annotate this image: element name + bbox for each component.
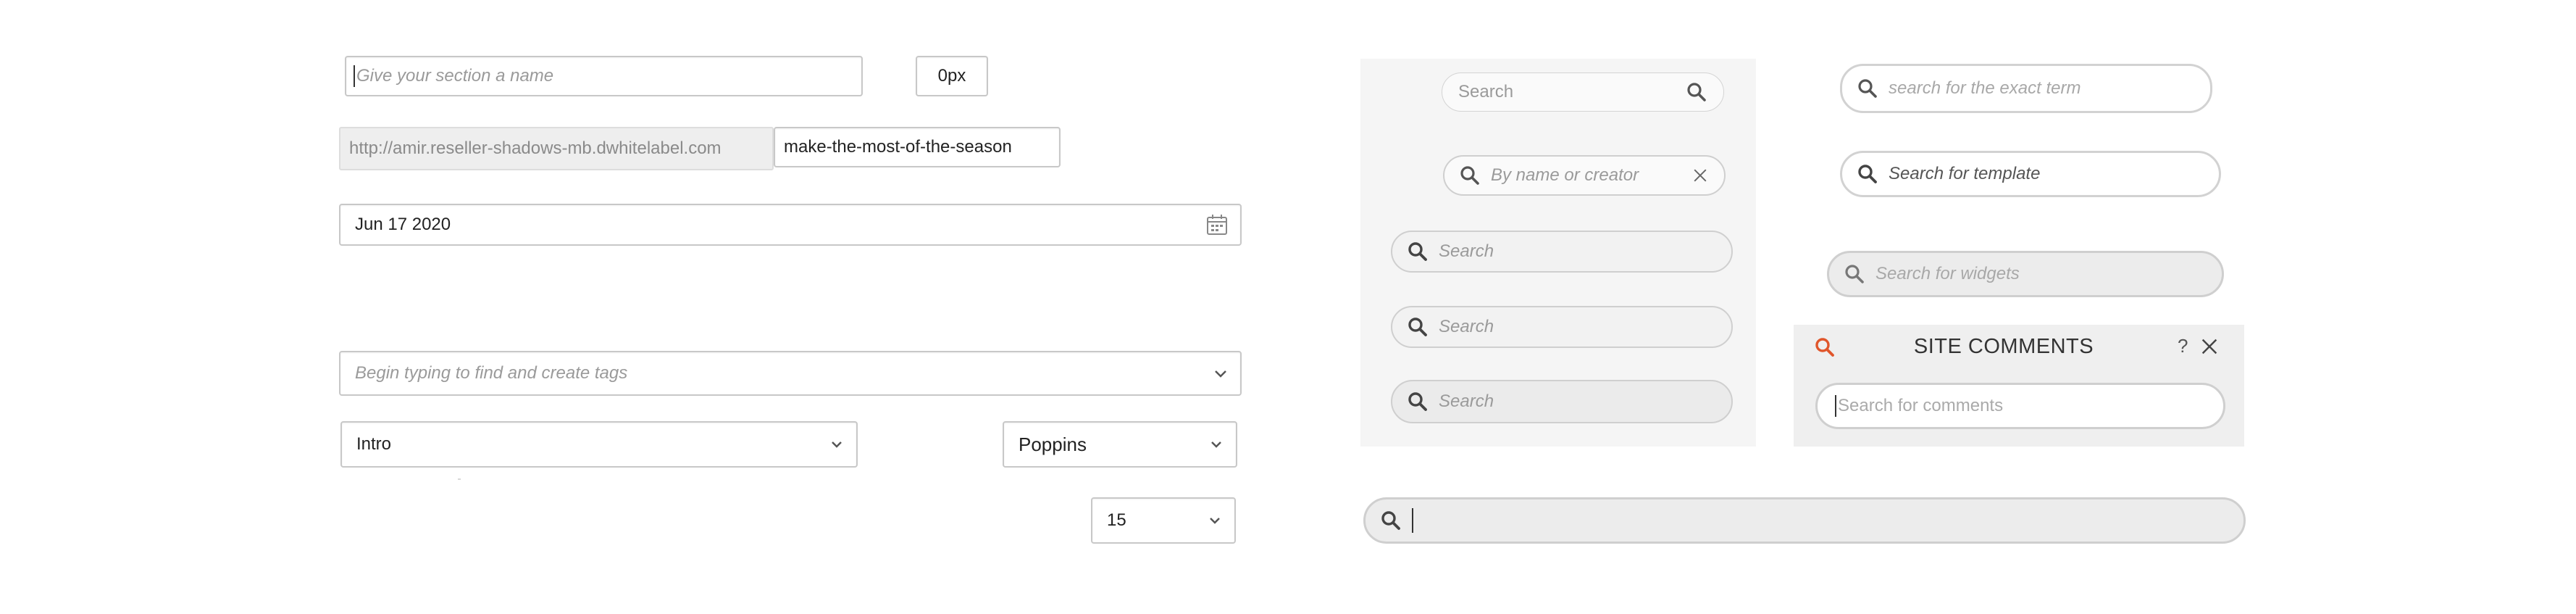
template-placeholder: Search for template [1889,164,2041,183]
spacing-px-value: 0px [937,66,966,86]
search-icon[interactable] [1814,336,1836,358]
search-icon [1845,265,1864,283]
calendar-icon[interactable] [1205,213,1229,236]
search-icon [1408,392,1427,411]
section-select-value: Intro [356,434,392,454]
widgets-placeholder: Search for widgets [1875,264,2020,283]
page-slug-value: make-the-most-of-the-season [784,137,1012,157]
section-select[interactable]: Intro [340,421,858,468]
font-size-select[interactable]: 15 [1091,497,1236,544]
search-icon [1858,165,1877,183]
creator-placeholder: By name or creator [1491,165,1639,185]
small-search-input[interactable]: Search [1442,72,1724,112]
search-icon [1408,318,1427,336]
size-select-value: 15 [1107,510,1126,530]
tags-placeholder: Begin typing to find and create tags [355,363,628,383]
chevron-down-icon [1210,518,1220,524]
search-placeholder-3: Search [1439,391,1494,411]
template-search-input[interactable]: Search for template [1840,151,2221,197]
search-icon [1858,79,1877,98]
search-input-3[interactable]: Search [1391,380,1733,423]
search-icon [1408,242,1427,261]
section-name-input[interactable]: Give your section a name [345,56,863,96]
chevron-down-icon [832,441,842,448]
text-caret [1835,395,1836,417]
font-family-select[interactable]: Poppins [1003,421,1237,468]
faint-dot [458,478,461,480]
search-icon [1460,166,1479,185]
search-icon[interactable] [1686,81,1707,103]
creator-search-input[interactable]: By name or creator [1443,155,1726,196]
small-search-placeholder: Search [1458,82,1514,101]
comments-placeholder: Search for comments [1838,396,2004,415]
page-slug-input[interactable]: make-the-most-of-the-season [774,127,1061,167]
exact-term-placeholder: search for the exact term [1889,78,2081,98]
wide-search-input[interactable] [1363,497,2246,544]
close-icon[interactable] [2199,336,2220,357]
widgets-search-input[interactable]: Search for widgets [1827,251,2224,297]
text-caret [1412,508,1413,533]
url-prefix-field: http://amir.reseller-shadows-mb.dwhitela… [339,127,774,170]
chevron-down-icon[interactable] [1213,365,1229,381]
date-picker-input[interactable]: Jun 17 2020 [339,204,1242,246]
font-select-value: Poppins [1019,433,1087,455]
spacing-px-input[interactable]: 0px [916,56,988,96]
site-comments-title: SITE COMMENTS [1913,335,2094,358]
search-input-2[interactable]: Search [1391,306,1733,348]
site-comments-panel: SITE COMMENTS ? Search for comments [1794,325,2244,447]
text-caret [354,65,355,87]
search-placeholder-2: Search [1439,317,1494,336]
date-value: Jun 17 2020 [355,215,451,234]
exact-term-search-input[interactable]: search for the exact term [1840,64,2212,113]
tags-input[interactable]: Begin typing to find and create tags [339,351,1242,396]
url-prefix-text: http://amir.reseller-shadows-mb.dwhitela… [349,138,722,158]
search-icon [1381,511,1400,530]
close-icon[interactable] [1691,166,1710,185]
comments-search-input[interactable]: Search for comments [1815,383,2225,429]
help-button[interactable]: ? [2178,335,2188,357]
section-name-placeholder: Give your section a name [356,66,554,86]
chevron-down-icon [1211,441,1221,448]
search-input-1[interactable]: Search [1391,231,1733,273]
search-placeholder-1: Search [1439,241,1494,261]
